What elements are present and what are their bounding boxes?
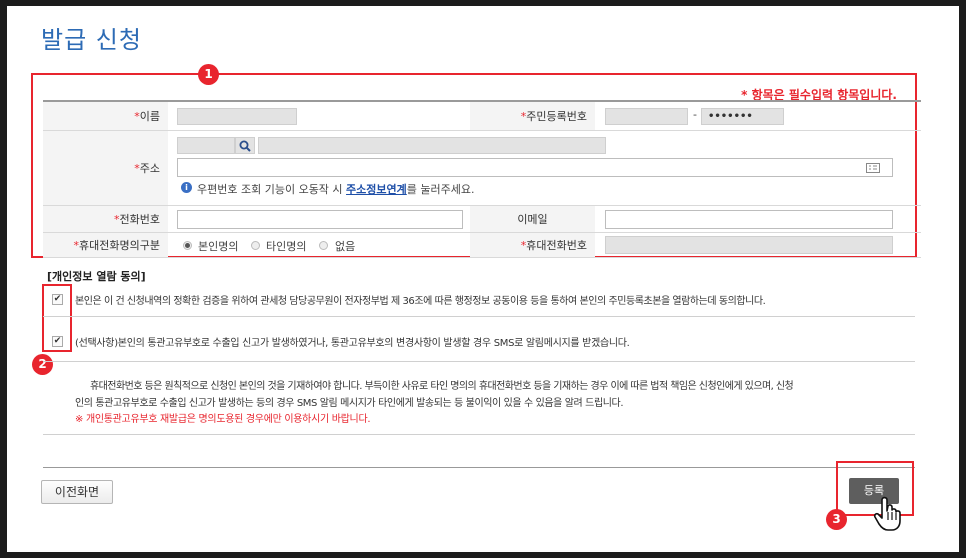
radio-none-label: 없음 <box>335 240 356 253</box>
radio-other-name-label: 타인명의 <box>266 240 307 253</box>
consent-checkbox-2[interactable]: ✔ <box>52 336 63 347</box>
address-book-icon[interactable] <box>866 163 880 173</box>
zipcode-search-button[interactable] <box>235 137 255 154</box>
phone-label: * 전화번호 <box>43 206 168 232</box>
address-base-field[interactable] <box>258 137 606 154</box>
form-row-name: * 이름 * 주민등록번호 - ••••••• <box>43 102 921 131</box>
name-label: * 이름 <box>43 102 168 130</box>
notice-line-1: 휴대전화번호 등은 원칙적으로 신청인 본인의 것을 기재하여야 합니다. 부득… <box>90 381 794 392</box>
notice-line-2: 인의 통관고유부호로 수출입 신고가 발생하는 등의 경우 SMS 알림 메시지… <box>75 398 624 409</box>
annotation-badge-2: 2 <box>32 354 53 375</box>
form-row-mobile: * 휴대전화명의구분 본인명의 타인명의 없음 * 휴대전화번호 <box>43 233 921 258</box>
mobile-label: * 휴대전화번호 <box>470 233 595 257</box>
email-field[interactable] <box>605 210 893 229</box>
divider <box>43 361 915 362</box>
rrn-label: * 주민등록번호 <box>470 102 595 130</box>
rrn-separator: - <box>693 108 697 121</box>
bottom-divider <box>43 467 915 468</box>
phone-field[interactable] <box>177 210 463 229</box>
notice-red: ※ 개인통관고유부호 재발급은 명의도용된 경우에만 이용하시기 바랍니다. <box>75 414 371 425</box>
annotation-badge-1: 1 <box>198 64 219 85</box>
annotation-badge-3: 3 <box>826 509 847 530</box>
address-info-link[interactable]: 주소정보연계 <box>346 183 407 196</box>
radio-own-name[interactable] <box>183 241 192 250</box>
radio-none[interactable] <box>319 241 328 250</box>
mobile-field[interactable] <box>605 236 893 254</box>
page: 발급 신청 1 * 항목은 필수입력 항목입니다. * 이름 * 주민등록번호 - … <box>7 6 959 552</box>
search-icon <box>239 140 251 152</box>
mobile-type-label: * 휴대전화명의구분 <box>43 233 168 257</box>
name-field[interactable] <box>177 108 297 125</box>
divider <box>43 316 915 317</box>
page-title: 발급 신청 <box>41 26 142 54</box>
rrn-front-field[interactable] <box>605 108 688 125</box>
address-hint: 우편번호 조회 기능이 오동작 시 주소정보연계를 눌러주세요. <box>197 183 475 196</box>
address-label: * 주소 <box>43 131 168 205</box>
consent-item-1: 본인은 이 건 신청내역의 정확한 검증을 위하여 관세청 담당공무원이 전자정… <box>75 296 766 307</box>
info-icon: i <box>181 182 192 193</box>
zipcode-field[interactable] <box>177 137 235 154</box>
radio-own-name-label: 본인명의 <box>198 240 239 253</box>
cursor-pointer-icon <box>873 496 901 531</box>
form-row-phone: * 전화번호 이메일 <box>43 206 921 233</box>
consent-checkbox-1[interactable]: ✔ <box>52 294 63 305</box>
email-label: 이메일 <box>470 206 595 232</box>
form-row-address: * 주소 i 우편번호 조회 기능이 오동작 시 주소정보연계를 눌러주세요. <box>43 131 921 206</box>
back-button[interactable]: 이전화면 <box>41 480 113 504</box>
consent-title: [개인정보 열람 동의] <box>47 270 146 283</box>
consent-item-2: (선택사항)본인의 통관고유부호로 수출입 신고가 발생하였거나, 통관고유부호… <box>75 338 630 349</box>
address-detail-field[interactable] <box>177 158 893 177</box>
divider <box>43 434 915 435</box>
applicant-form: * 이름 * 주민등록번호 - ••••••• * 주소 i 우편번호 조회 기능이 … <box>43 100 921 258</box>
radio-other-name[interactable] <box>251 241 260 250</box>
rrn-back-field[interactable]: ••••••• <box>701 108 784 125</box>
